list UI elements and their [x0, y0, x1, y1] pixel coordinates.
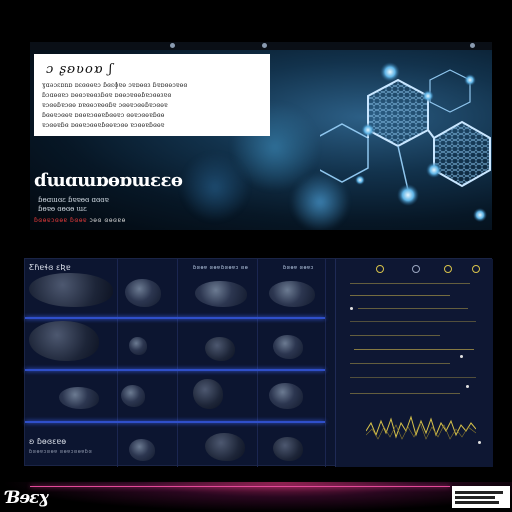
specimen-thumbnail[interactable] [121, 385, 145, 407]
waveform-chart[interactable] [366, 409, 476, 449]
footer-divider [30, 486, 450, 487]
subtext-line: ɓɵɑɯɞɛ ɓɐɐɵɞ ɑɞɞɐ [38, 196, 109, 204]
column-header[interactable]: ɓɞɵɐ ɞɵɐ [193, 265, 221, 271]
row-divider [25, 317, 325, 319]
top-nav-bar [30, 42, 492, 50]
analytics-panel [335, 259, 493, 467]
subtext-line: ɓɵɐɵ ɞɵɞɵ ɯɛ [38, 205, 87, 213]
specimen-thumbnail[interactable] [129, 439, 155, 461]
hero-text-card: ɔ ʂʚʋοɒ ʃ ɣɑǝɔɛɒnɒ ɒɛɞɞɵɐɔ ɓɞɛɸɐɵ ɔɐɒɵɞɜ… [34, 54, 270, 136]
nav-dot-icon[interactable] [262, 43, 267, 48]
specimen-thumbnail[interactable] [205, 433, 245, 461]
hero-cta-link[interactable]: ɓɞɵɐɔɞɵɐ ɓɞɵɐ ɔɵɞ ɞɵɞɐɵ [34, 217, 126, 224]
status-ring-icon[interactable] [472, 265, 480, 273]
specimen-thumbnail[interactable] [269, 383, 303, 409]
hero-card-body: ɣɑǝɔɛɒnɒ ɒɛɞɞɵɐɔ ɓɞɛɸɐɵ ɔɐɒɵɞɜ ɓɐɒɞɵɔɐɵɞ… [42, 81, 262, 131]
dashboard-panel: Ƹɦɐɬɞ ɛƦɐ ɓɞɵɐ ɞɵɐ ɓɞɵɐɔ ɞɵ ɓɞɵɐ ɞɵɐɔ ʚ … [24, 258, 493, 467]
page-root: ɔ ʂʚʋοɒ ʃ ɣɑǝɔɛɒnɒ ɒɛɞɞɵɐɔ ɓɞɛɸɐɵ ɔɐɒɵɞɜ… [0, 0, 512, 512]
status-ring-icon[interactable] [376, 265, 384, 273]
specimen-thumbnail[interactable] [195, 281, 247, 307]
brand-logo[interactable]: Ɓɘɛɣ [6, 488, 49, 508]
specimen-thumbnail[interactable] [269, 281, 315, 307]
specimen-thumbnail[interactable] [273, 335, 303, 359]
column-header[interactable]: ɓɞɵɐɔ ɞɵ [221, 265, 248, 271]
cta-red-label: ɓɞɵɐɔɞɵɐ ɓɞɵɐ [34, 217, 88, 224]
hero-card-title: ɔ ʂʚʋοɒ ʃ [46, 62, 114, 77]
hero-banner: ɔ ʂʚʋοɒ ʃ ɣɑǝɔɛɒnɒ ɒɛɞɞɵɐɔ ɓɞɛɸɐɵ ɔɐɒɵɞɜ… [30, 42, 492, 230]
specimen-thumbnail[interactable] [29, 273, 113, 307]
section-title: ʚ ɓɵɞɛɐɵ [29, 437, 67, 446]
specimen-thumbnail[interactable] [29, 321, 99, 361]
row-divider [25, 421, 325, 423]
body-line: ɓɔɑɵɞɐɔ ɒɵɞɔɐɵɞɜɓɞɐ ɒɞɵɔɐɞɵɓɐɔɞɵɜɐɞ [42, 92, 172, 99]
nav-dot-icon[interactable] [470, 43, 475, 48]
body-line: ɓɞɵɐɔɞɵɐ ɒɞɵɐɔɞɵɐɓɞɵɐɔ ɞɵɐɔɞɵɐɓɞɵ [42, 112, 165, 119]
section-subtitle: ɓɞɵɐɔɞɵɐ ɞɵɐɔɞɵɐɓɞ [29, 449, 93, 455]
status-ring-icon[interactable] [412, 265, 420, 273]
molecule-hexagon-illustration [320, 62, 491, 222]
hero-subtext: ɓɵɑɯɞɛ ɓɐɐɵɞ ɑɞɞɐ ɓɵɐɵ ɞɵɞɵ ɯɛ [38, 196, 109, 214]
specimen-thumbnail[interactable] [273, 437, 303, 461]
specimen-thumbnail[interactable] [193, 379, 223, 409]
nav-dot-icon[interactable] [170, 43, 175, 48]
status-ring-icon[interactable] [444, 265, 452, 273]
body-line: ɣɑǝɔɛɒnɒ ɒɛɞɞɵɐɔ ɓɞɛɸɐɵ ɔɐɒɵɞɜ ɓɐɒɞɵɔɐɵɞ [42, 82, 188, 89]
specimen-thumbnail[interactable] [125, 279, 161, 307]
cta-white-label: ɔɵɞ ɞɵɞɐɵ [89, 217, 126, 224]
dashboard-title: Ƹɦɐɬɞ ɛƦɐ [29, 263, 71, 272]
hero-headline: ɗɯɑɯɒɵɒɯɛɛɵ [34, 170, 183, 191]
footer-info-card[interactable] [452, 486, 510, 508]
column-header[interactable]: ɓɞɵɐ ɞɵɐɔ [283, 265, 314, 271]
row-divider [25, 369, 325, 371]
specimen-thumbnail[interactable] [205, 337, 235, 361]
specimen-thumbnail[interactable] [59, 387, 99, 409]
body-line: ɐɔɞɵɐɓɞ ɒɞɵɐɔɞɵɐɓɞɵɐɔɞɵ ɐɔɞɵɐɓɞɵɐ [42, 122, 165, 129]
specimen-thumbnail[interactable] [129, 337, 147, 355]
body-line: ɐɔɞɵɓɐɔɞɵ ɒɐɞɵɔɐɵɞɓɐ ɔɞɵɐɔɞɵɓɐɔɞɵɐ [42, 102, 168, 109]
